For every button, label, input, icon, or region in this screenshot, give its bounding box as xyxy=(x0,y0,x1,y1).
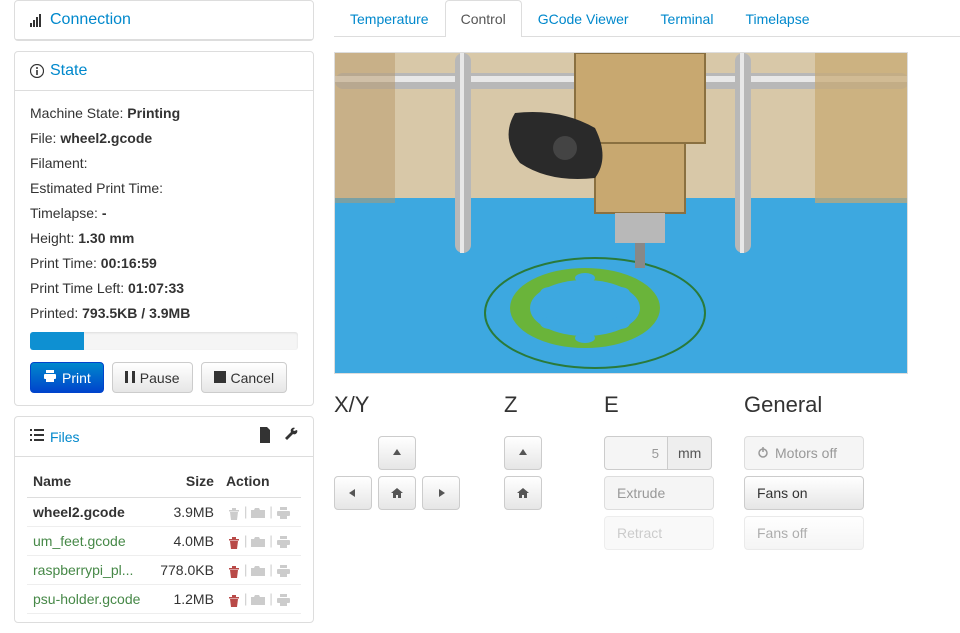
x-minus-button[interactable] xyxy=(334,476,372,510)
col-action: Action xyxy=(220,465,301,498)
tab-temperature[interactable]: Temperature xyxy=(334,0,445,37)
state-machine: Machine State: Printing xyxy=(30,103,298,124)
files-title: Files xyxy=(50,429,80,445)
tab-terminal[interactable]: Terminal xyxy=(645,0,730,37)
file-name: um_feet.gcode xyxy=(27,527,151,556)
file-size: 3.9MB xyxy=(151,498,219,527)
state-heading[interactable]: State xyxy=(15,52,313,91)
state-est: Estimated Print Time: xyxy=(30,178,298,199)
general-controls: General Motors off Fans on Fans off xyxy=(744,392,884,556)
state-print-time: Print Time: 00:16:59 xyxy=(30,253,298,274)
state-file: File: wheel2.gcode xyxy=(30,128,298,149)
state-timelapse: Timelapse: - xyxy=(30,203,298,224)
file-add-icon[interactable] xyxy=(258,427,272,446)
print-icon[interactable] xyxy=(275,594,292,606)
xy-controls: X/Y xyxy=(334,392,474,556)
table-row[interactable]: psu-holder.gcode1.2MB|| xyxy=(27,585,301,614)
general-title: General xyxy=(744,392,884,418)
xy-home-button[interactable] xyxy=(378,476,416,510)
stop-icon xyxy=(214,370,226,386)
tab-gcode[interactable]: GCode Viewer xyxy=(522,0,645,37)
e-title: E xyxy=(604,392,714,418)
tab-control[interactable]: Control xyxy=(445,0,522,37)
z-controls: Z xyxy=(504,392,574,556)
trash-icon[interactable] xyxy=(226,536,242,549)
state-filament: Filament: xyxy=(30,153,298,174)
print-icon[interactable] xyxy=(275,536,292,548)
extrude-button[interactable]: Extrude xyxy=(604,476,714,510)
files-panel: Files Name Size Action wheel xyxy=(14,416,314,623)
files-heading[interactable]: Files xyxy=(30,428,80,445)
info-icon xyxy=(30,64,44,78)
trash-icon[interactable] xyxy=(226,594,242,607)
fans-off-button[interactable]: Fans off xyxy=(744,516,864,550)
xy-title: X/Y xyxy=(334,392,474,418)
motors-off-button[interactable]: Motors off xyxy=(744,436,864,470)
trash-icon[interactable] xyxy=(226,507,242,520)
extrude-unit: mm xyxy=(668,436,712,470)
e-controls: E mm Extrude Retract xyxy=(604,392,714,556)
power-icon xyxy=(757,445,769,461)
print-icon[interactable] xyxy=(275,565,292,577)
list-icon xyxy=(30,428,44,445)
file-size: 778.0KB xyxy=(151,556,219,585)
state-title: State xyxy=(50,62,87,80)
fans-on-button[interactable]: Fans on xyxy=(744,476,864,510)
folder-icon[interactable] xyxy=(249,565,267,577)
x-plus-button[interactable] xyxy=(422,476,460,510)
state-printed: Printed: 793.5KB / 3.9MB xyxy=(30,303,298,324)
print-icon[interactable] xyxy=(275,507,292,519)
connection-panel: Connection xyxy=(14,0,314,41)
y-plus-button[interactable] xyxy=(378,436,416,470)
col-size: Size xyxy=(151,465,219,498)
wrench-icon[interactable] xyxy=(284,427,298,446)
file-size: 4.0MB xyxy=(151,527,219,556)
state-panel: State Machine State: Printing File: whee… xyxy=(14,51,314,406)
cancel-button[interactable]: Cancel xyxy=(201,362,288,393)
col-name: Name xyxy=(27,465,151,498)
connection-heading[interactable]: Connection xyxy=(15,1,313,40)
file-name: raspberrypi_pl... xyxy=(27,556,151,585)
state-print-time-left: Print Time Left: 01:07:33 xyxy=(30,278,298,299)
connection-title: Connection xyxy=(50,11,131,29)
state-height: Height: 1.30 mm xyxy=(30,228,298,249)
z-title: Z xyxy=(504,392,574,418)
signal-icon xyxy=(30,13,44,27)
file-name: psu-holder.gcode xyxy=(27,585,151,614)
webcam-stream xyxy=(334,52,908,374)
retract-button[interactable]: Retract xyxy=(604,516,714,550)
folder-icon[interactable] xyxy=(249,594,267,606)
tab-bar: Temperature Control GCode Viewer Termina… xyxy=(334,0,960,37)
tab-timelapse[interactable]: Timelapse xyxy=(729,0,825,37)
table-row[interactable]: wheel2.gcode3.9MB|| xyxy=(27,498,301,527)
extrude-amount-input[interactable] xyxy=(604,436,668,470)
file-actions: || xyxy=(220,527,301,556)
print-button[interactable]: Print xyxy=(30,362,104,393)
folder-icon[interactable] xyxy=(249,507,267,519)
z-plus-button[interactable] xyxy=(504,436,542,470)
progress-bar xyxy=(30,332,84,350)
file-size: 1.2MB xyxy=(151,585,219,614)
print-icon xyxy=(43,369,57,386)
files-table: Name Size Action wheel2.gcode3.9MB||um_f… xyxy=(27,465,301,614)
z-home-button[interactable] xyxy=(504,476,542,510)
table-row[interactable]: raspberrypi_pl...778.0KB|| xyxy=(27,556,301,585)
pause-button[interactable]: Pause xyxy=(112,362,193,393)
folder-icon[interactable] xyxy=(249,536,267,548)
pause-icon xyxy=(125,370,135,386)
file-actions: || xyxy=(220,556,301,585)
table-row[interactable]: um_feet.gcode4.0MB|| xyxy=(27,527,301,556)
trash-icon[interactable] xyxy=(226,565,242,578)
file-actions: || xyxy=(220,585,301,614)
file-actions: || xyxy=(220,498,301,527)
progress-bar-container xyxy=(30,332,298,350)
file-name: wheel2.gcode xyxy=(27,498,151,527)
